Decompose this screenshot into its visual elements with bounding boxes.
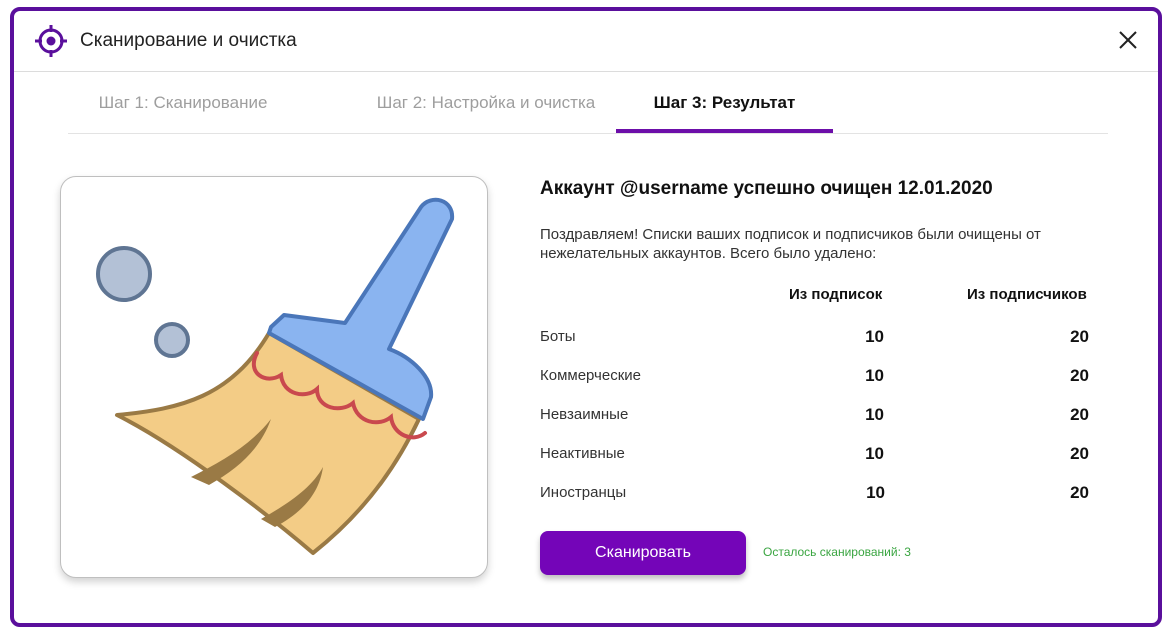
illustration-card <box>60 176 488 578</box>
row-subscribers-value: 20 <box>1070 327 1089 346</box>
scan-button[interactable]: Сканировать <box>540 531 746 575</box>
row-subscriptions-value: 10 <box>865 366 884 385</box>
row-subscriptions-value: 10 <box>865 405 884 424</box>
result-description: Поздравляем! Списки ваших подписок и под… <box>540 226 1041 262</box>
row-label: Невзаимные <box>540 406 629 423</box>
broom-icon <box>96 197 455 555</box>
close-icon[interactable] <box>1116 28 1140 52</box>
remaining-scans-text: Осталось сканирований: 3 <box>763 545 911 559</box>
tab-step-1[interactable]: Шаг 1: Сканирование <box>68 71 298 133</box>
row-label: Боты <box>540 328 576 345</box>
row-subscriptions-value: 10 <box>865 444 884 463</box>
row-subscribers-value: 20 <box>1070 444 1089 463</box>
target-icon <box>35 25 67 57</box>
window-title: Сканирование и очистка <box>80 30 297 51</box>
step-tabs: Шаг 1: Сканирование Шаг 2: Настройка и о… <box>68 71 1108 134</box>
column-header-subscriptions: Из подписок <box>789 286 883 303</box>
row-subscribers-value: 20 <box>1070 483 1089 502</box>
tab-step-3[interactable]: Шаг 3: Результат <box>616 71 833 133</box>
row-label: Коммерческие <box>540 367 642 384</box>
column-header-subscribers: Из подписчиков <box>967 286 1087 303</box>
row-subscribers-value: 20 <box>1070 366 1089 385</box>
tab-step-2[interactable]: Шаг 2: Настройка и очистка <box>336 71 636 133</box>
row-subscribers-value: 20 <box>1070 405 1089 424</box>
row-label: Неактивные <box>540 445 625 462</box>
row-subscriptions-value: 10 <box>866 483 885 502</box>
dialog-header: Сканирование и очистка <box>14 11 1158 72</box>
dialog-window: Сканирование и очистка Шаг 1: Сканирован… <box>10 7 1162 627</box>
result-title: Аккаунт @username успешно очищен 12.01.2… <box>540 178 993 199</box>
row-label: Иностранцы <box>540 484 627 501</box>
row-subscriptions-value: 10 <box>865 327 884 346</box>
